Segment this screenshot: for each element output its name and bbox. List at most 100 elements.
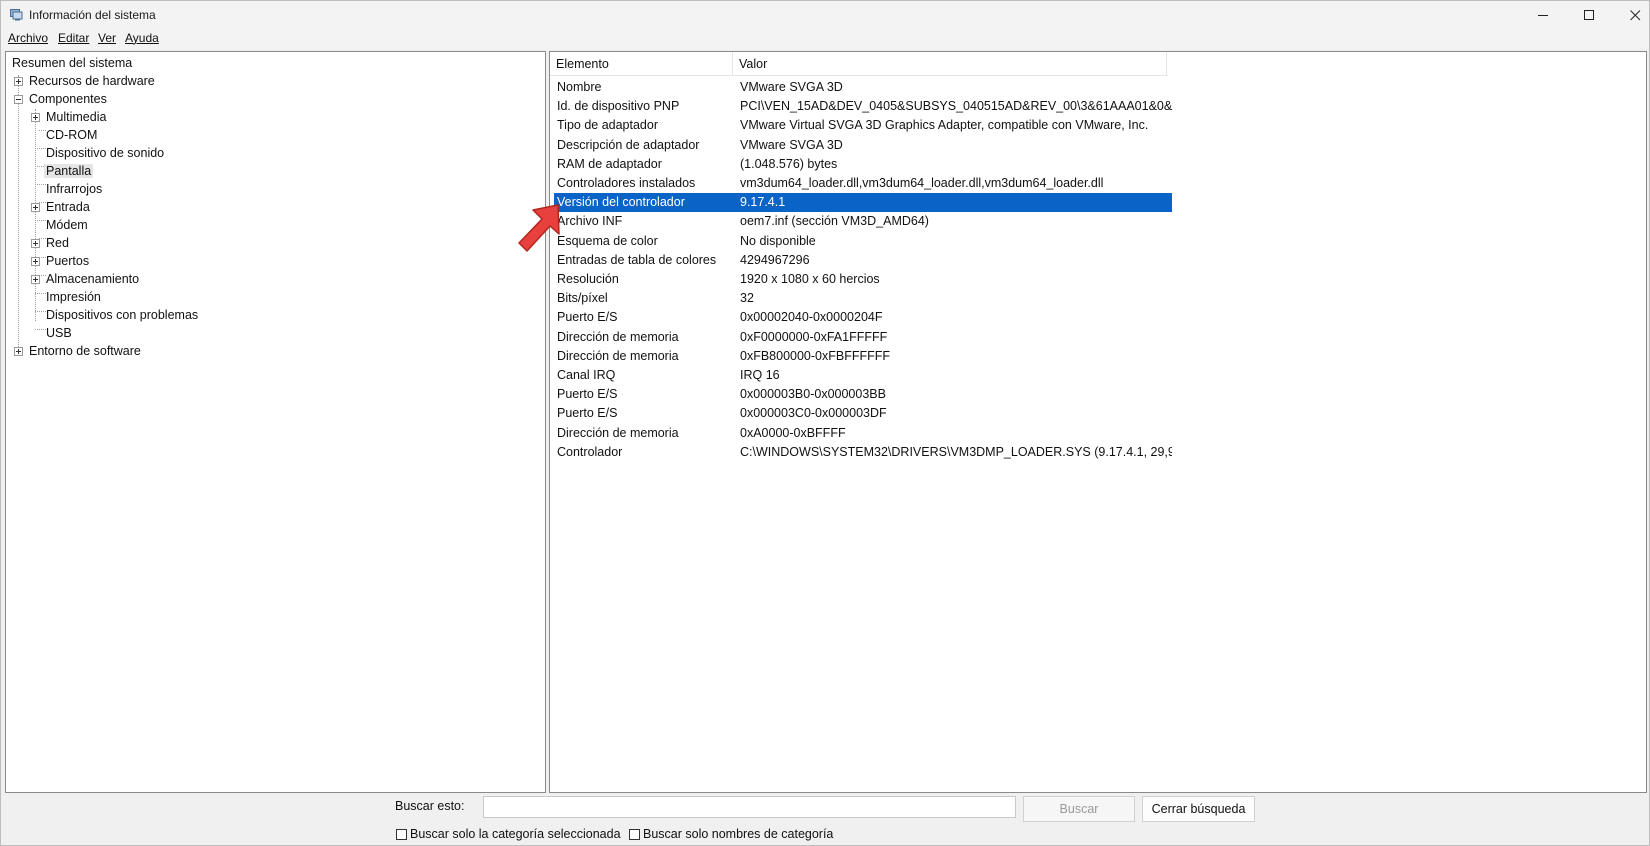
search-label: Buscar esto: (395, 799, 465, 813)
details-list[interactable]: Elemento Valor Nombre VMware SVGA 3D Id. d… (549, 51, 1647, 793)
search-input[interactable] (483, 796, 1016, 818)
expand-icon[interactable] (31, 257, 40, 266)
tree-item-red[interactable]: Red (44, 234, 71, 252)
table-row[interactable]: Controlador C:\WINDOWS\SYSTEM32\DRIVERS\V… (554, 443, 1172, 462)
table-row[interactable]: Controladores instalados vm3dum64_loader.… (554, 174, 1172, 193)
row-element-cell: Controlador (557, 444, 623, 459)
column-header-valor[interactable]: Valor (733, 52, 1167, 76)
table-row[interactable]: Resolución 1920 x 1080 x 60 hercios (554, 270, 1172, 289)
checkbox-category-names[interactable]: Buscar solo nombres de categoría (629, 827, 833, 841)
table-row[interactable]: Dirección de memoria 0xF0000000-0xFA1FFFF… (554, 328, 1172, 347)
tree-item-recursos-hardware[interactable]: Recursos de hardware (27, 72, 157, 90)
row-value-cell: 1920 x 1080 x 60 hercios (740, 272, 880, 286)
row-element-cell: Canal IRQ (557, 368, 616, 382)
tree-item-label: Multimedia (46, 110, 107, 124)
table-row[interactable]: Nombre VMware SVGA 3D (554, 78, 1172, 97)
expand-icon[interactable] (14, 77, 23, 86)
tree-item-label: Infrarrojos (46, 182, 103, 196)
expand-icon[interactable] (31, 203, 40, 212)
category-tree[interactable]: Resumen del sistema Recursos de hardware… (5, 51, 546, 793)
row-element-cell: Puerto E/S (557, 310, 618, 325)
expand-icon[interactable] (31, 239, 40, 248)
tree-item-componentes[interactable]: Componentes (27, 90, 109, 108)
tree-item-dispositivo-sonido[interactable]: Dispositivo de sonido (44, 144, 166, 162)
tree-item-label: CD-ROM (46, 128, 98, 142)
checkbox-selected-category[interactable]: Buscar solo la categoría seleccionada (396, 827, 621, 841)
close-button[interactable] (1612, 1, 1650, 29)
tree-item-label: Puertos (46, 254, 90, 268)
close-search-button[interactable]: Cerrar búsqueda (1142, 796, 1255, 822)
row-value-cell: 4294967296 (740, 252, 810, 267)
tree-item-label: Red (46, 236, 69, 250)
tree-item-label: Recursos de hardware (29, 74, 155, 88)
row-value-cell: 9.17.4.1 (740, 195, 786, 210)
menu-bar: Archivo Editar Ver Ayuda (1, 29, 1649, 49)
checkbox-label: Buscar solo nombres de categoría (643, 827, 834, 841)
expand-icon[interactable] (14, 347, 23, 356)
row-value-cell: C:\WINDOWS\SYSTEM32\DRIVERS\VM3DMP_LOADE… (740, 444, 1172, 459)
tree-item-dispositivos-problemas[interactable]: Dispositivos con problemas (44, 306, 200, 324)
collapse-icon[interactable] (14, 95, 23, 104)
tree-item-infrarrojos[interactable]: Infrarrojos (44, 180, 104, 198)
tree-item-multimedia[interactable]: Multimedia (44, 108, 108, 126)
row-element-cell: Bits/píxel (557, 291, 608, 306)
column-header-elemento[interactable]: Elemento (550, 52, 733, 76)
search-button[interactable]: Buscar (1023, 796, 1135, 822)
tree-item-usb[interactable]: USB (44, 324, 74, 342)
checkbox-icon (629, 828, 640, 840)
table-row[interactable]: Dirección de memoria 0xFB800000-0xFBFFFFF… (554, 347, 1172, 366)
tree-item-impresion[interactable]: Impresión (44, 288, 103, 306)
minimize-button[interactable] (1520, 1, 1566, 29)
table-row[interactable]: Canal IRQ IRQ 16 (554, 366, 1172, 385)
table-row[interactable]: RAM de adaptador (1.048.576) bytes (554, 155, 1172, 174)
table-row[interactable]: Puerto E/S 0x00002040-0x0000204F (554, 308, 1172, 327)
tree-item-entorno-software[interactable]: Entorno de software (27, 342, 143, 360)
tree-item-label: Dispositivo de sonido (46, 146, 165, 160)
maximize-button[interactable] (1566, 1, 1612, 29)
table-row[interactable]: Descripción de adaptador VMware SVGA 3D (554, 136, 1172, 155)
table-row[interactable]: Bits/píxel 32 (554, 289, 1172, 308)
table-row[interactable]: Esquema de color No disponible (554, 232, 1172, 251)
tree-item-label: Entorno de software (29, 344, 141, 358)
table-row[interactable]: Archivo INF oem7.inf (sección VM3D_AMD64) (554, 212, 1172, 231)
row-value-cell: 0x000003B0-0x000003BB (740, 387, 886, 402)
row-value-cell: VMware SVGA 3D (740, 137, 843, 152)
tree-item-puertos[interactable]: Puertos (44, 252, 91, 270)
tree-item-cd-rom[interactable]: CD-ROM (44, 126, 99, 144)
checkbox-icon (396, 828, 407, 840)
table-row[interactable]: Puerto E/S 0x000003B0-0x000003BB (554, 385, 1172, 404)
table-row[interactable]: Id. de dispositivo PNP PCI\VEN_15AD&DEV_0… (554, 97, 1172, 116)
menu-ver[interactable]: Ver (98, 31, 116, 45)
row-value-cell: vm3dum64_loader.dll,vm3dum64_loader.dll,… (740, 176, 1104, 190)
menu-archivo[interactable]: Archivo (8, 31, 48, 45)
menu-editar[interactable]: Editar (58, 31, 89, 45)
row-element-cell: Esquema de color (557, 233, 658, 248)
tree-item-modem[interactable]: Módem (44, 216, 90, 234)
table-row[interactable]: Dirección de memoria 0xA0000-0xBFFFF (554, 424, 1172, 443)
expand-icon[interactable] (31, 275, 40, 284)
row-element-cell: Tipo de adaptador (557, 118, 659, 133)
annotation-arrow-icon (518, 204, 560, 252)
title-bar: Información del sistema (1, 1, 1649, 29)
tree-item-resumen[interactable]: Resumen del sistema (10, 54, 134, 72)
row-element-cell: Controladores instalados (557, 176, 696, 190)
table-row[interactable]: Versión del controlador 9.17.4.1 (554, 193, 1172, 213)
row-element-cell: Resolución (557, 272, 619, 286)
table-row[interactable]: Entradas de tabla de colores 4294967296 (554, 251, 1172, 270)
table-row[interactable]: Tipo de adaptador VMware Virtual SVGA 3D … (554, 116, 1172, 135)
tree-item-label: Dispositivos con problemas (46, 308, 199, 322)
table-row[interactable]: Puerto E/S 0x000003C0-0x000003DF (554, 404, 1172, 423)
tree-item-label: Componentes (29, 92, 107, 106)
tree-item-label: USB (46, 326, 72, 340)
tree-item-label: Resumen del sistema (12, 56, 133, 70)
list-header: Elemento Valor (550, 52, 1168, 76)
menu-ayuda[interactable]: Ayuda (125, 31, 159, 45)
row-value-cell: PCI\VEN_15AD&DEV_0405&SUBSYS_040515AD&RE… (740, 99, 1172, 114)
row-value-cell: No disponible (740, 233, 816, 248)
close-icon (1629, 9, 1640, 20)
tree-item-almacenamiento[interactable]: Almacenamiento (44, 270, 141, 288)
tree-item-pantalla[interactable]: Pantalla (44, 162, 94, 180)
tree-item-label: Módem (46, 218, 88, 232)
expand-icon[interactable] (31, 113, 40, 122)
tree-item-entrada[interactable]: Entrada (44, 198, 92, 216)
